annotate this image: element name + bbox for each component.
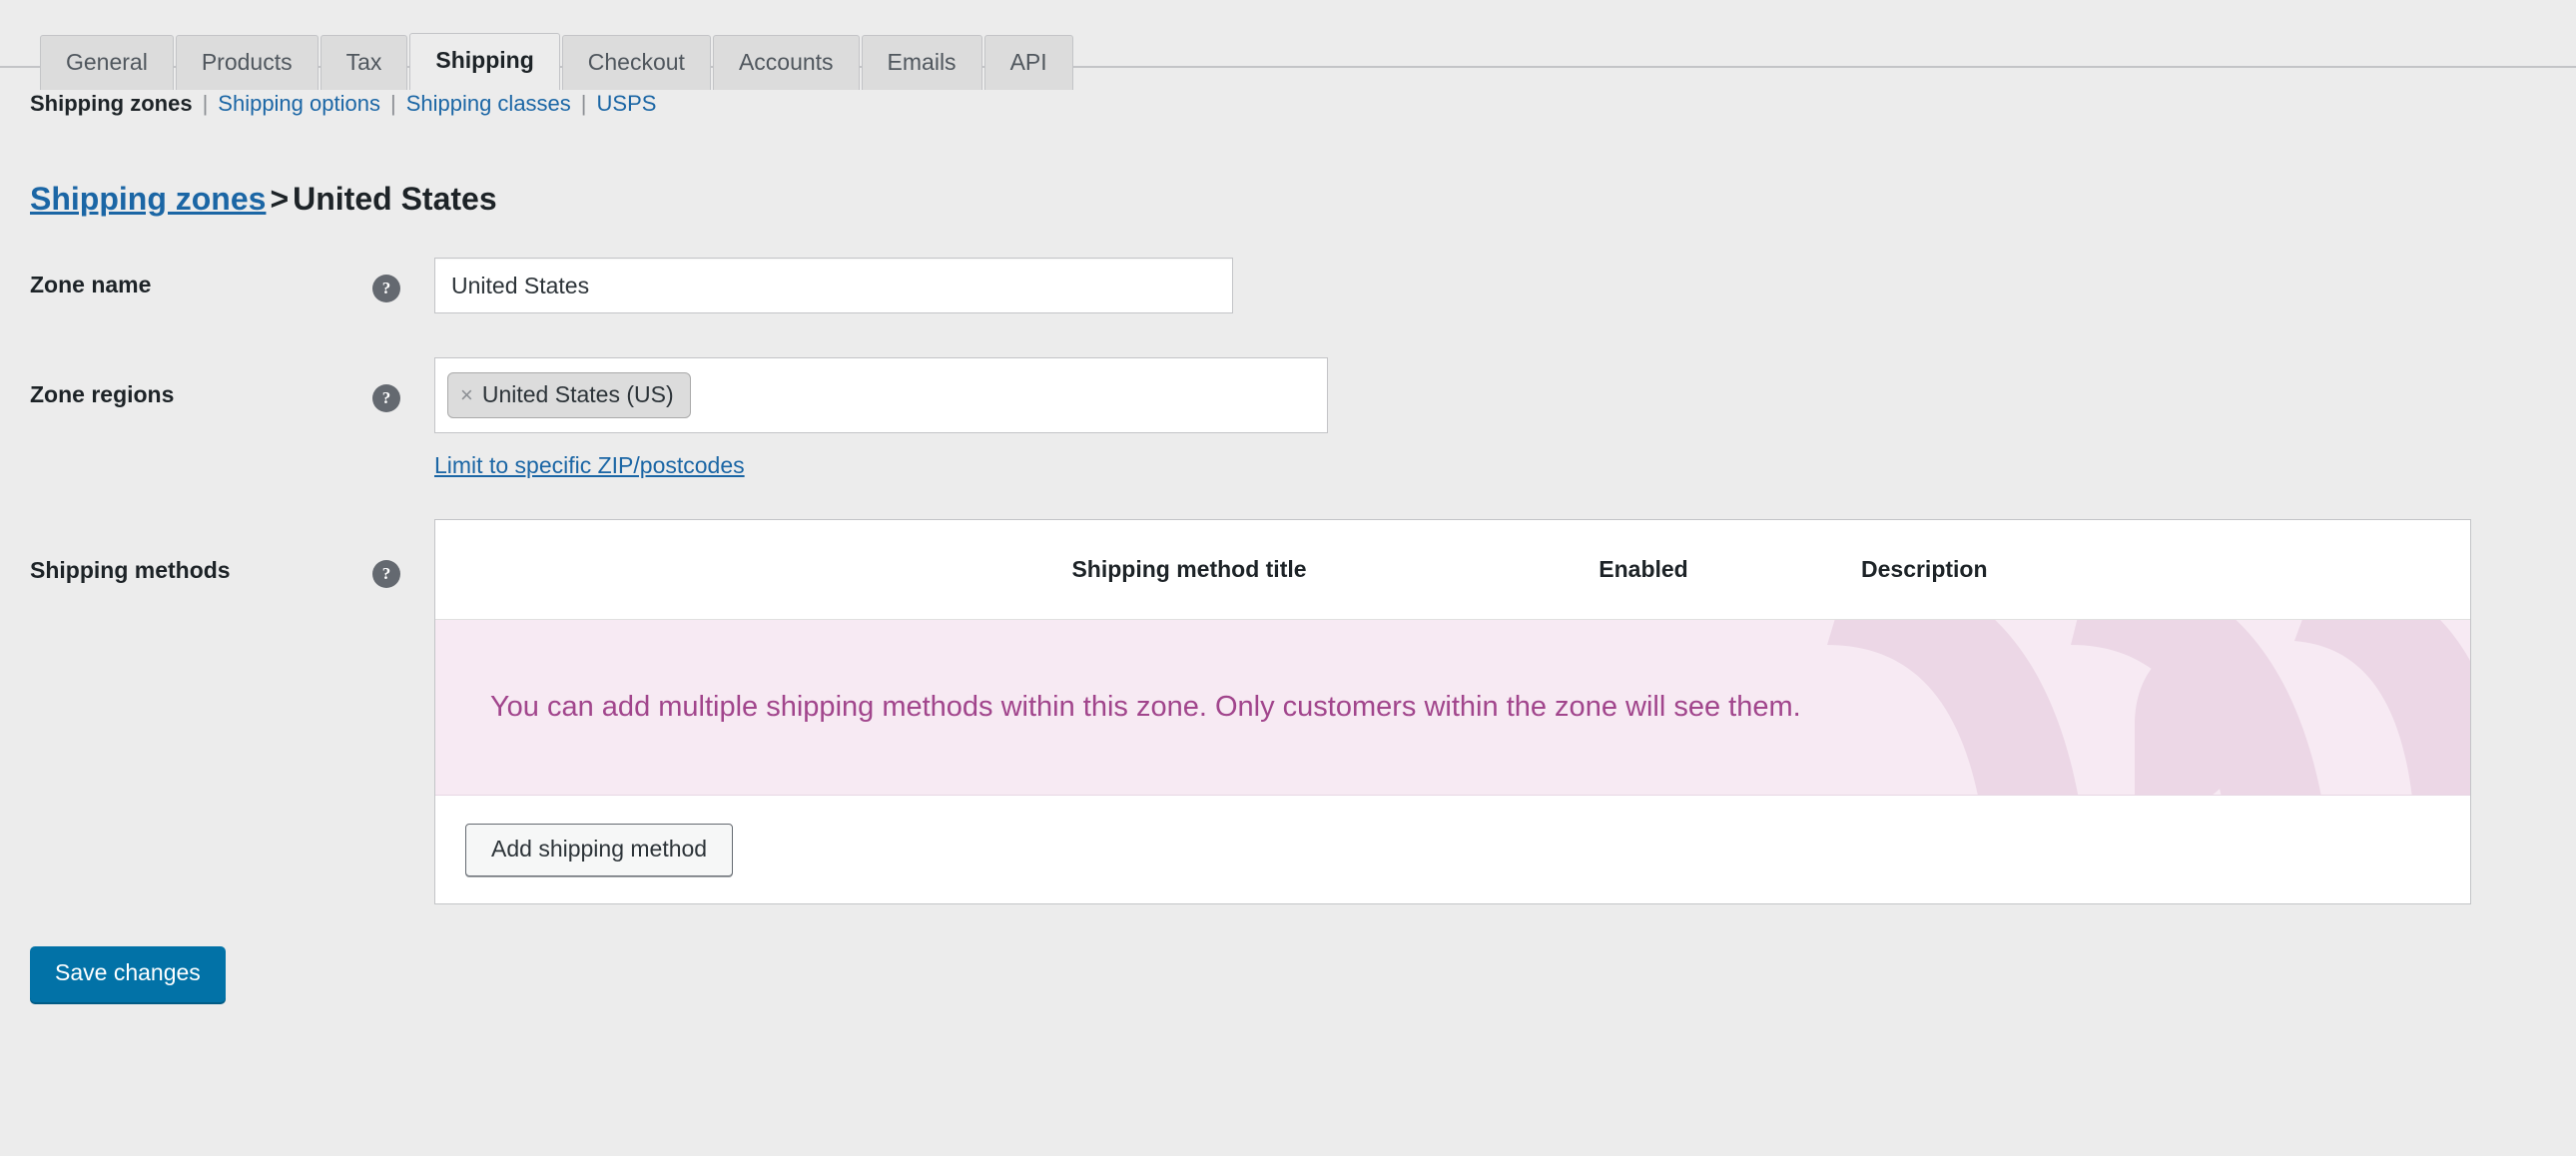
close-icon[interactable]: × xyxy=(460,383,473,406)
zone-name-label-cell: Zone name ? xyxy=(0,258,434,303)
empty-state-row: You can add multiple shipping methods wi… xyxy=(435,620,2470,797)
breadcrumb-current-zone: United States xyxy=(293,181,497,218)
breadcrumb-link-shipping-zones[interactable]: Shipping zones xyxy=(30,181,266,217)
subnav-separator: | xyxy=(202,91,209,116)
region-chip[interactable]: × United States (US) xyxy=(447,372,691,419)
help-icon[interactable]: ? xyxy=(372,560,400,589)
breadcrumb-separator: > xyxy=(270,181,290,218)
form-row-shipping-methods: Shipping methods ? Shipping method title… xyxy=(0,519,2576,905)
tab-emails[interactable]: Emails xyxy=(861,35,982,90)
subnav-item-shipping-classes[interactable]: Shipping classes xyxy=(406,90,571,119)
tab-checkout[interactable]: Checkout xyxy=(561,35,711,90)
help-icon[interactable]: ? xyxy=(372,275,400,303)
region-chip-label: United States (US) xyxy=(481,381,674,408)
form-row-zone-regions: Zone regions ? × United States (US) Limi… xyxy=(0,357,2576,479)
subnav-item-shipping-options[interactable]: Shipping options xyxy=(218,90,380,119)
form-row-zone-name: Zone name ? xyxy=(0,258,2576,314)
zone-regions-label: Zone regions xyxy=(30,381,175,408)
zone-name-input[interactable] xyxy=(434,258,1233,314)
form-actions: Save changes xyxy=(0,904,2576,1002)
table-header-row: Shipping method title Enabled Descriptio… xyxy=(435,520,2470,621)
zone-name-label: Zone name xyxy=(30,272,152,298)
column-header-title: Shipping method title xyxy=(1071,556,1307,583)
tab-api[interactable]: API xyxy=(983,35,1073,90)
tab-products[interactable]: Products xyxy=(175,35,319,90)
tab-general[interactable]: General xyxy=(40,35,174,90)
add-shipping-method-button[interactable]: Add shipping method xyxy=(465,823,734,877)
empty-state-message: You can add multiple shipping methods wi… xyxy=(490,691,1801,724)
zone-name-field-cell xyxy=(434,258,2576,314)
limit-to-postcodes-link[interactable]: Limit to specific ZIP/postcodes xyxy=(434,452,745,479)
subnav-item-shipping-zones: Shipping zones xyxy=(30,91,193,116)
zone-settings-form: Zone name ? Zone regions ? × United Stat… xyxy=(0,258,2576,905)
woocommerce-logo-watermark xyxy=(1827,620,2470,796)
zone-regions-select[interactable]: × United States (US) xyxy=(434,357,1328,434)
table-footer-row: Add shipping method xyxy=(435,796,2470,904)
subnav-separator: | xyxy=(580,91,587,116)
column-header-description: Description xyxy=(1861,556,1988,583)
help-icon[interactable]: ? xyxy=(372,384,400,413)
subnav-item-usps[interactable]: USPS xyxy=(597,90,657,119)
column-header-enabled: Enabled xyxy=(1599,556,1688,583)
tab-shipping[interactable]: Shipping xyxy=(409,33,560,90)
tab-tax[interactable]: Tax xyxy=(320,35,408,90)
subnav-separator: | xyxy=(389,91,396,116)
shipping-methods-label-cell: Shipping methods ? xyxy=(0,519,434,589)
shipping-methods-label: Shipping methods xyxy=(30,557,231,584)
zone-regions-field-cell: × United States (US) Limit to specific Z… xyxy=(434,357,2576,479)
settings-tab-bar: General Products Tax Shipping Checkout A… xyxy=(0,0,2576,90)
tab-list: General Products Tax Shipping Checkout A… xyxy=(40,33,2576,90)
tab-accounts[interactable]: Accounts xyxy=(712,35,860,90)
shipping-methods-field-cell: Shipping method title Enabled Descriptio… xyxy=(434,519,2576,905)
shipping-methods-table: Shipping method title Enabled Descriptio… xyxy=(434,519,2471,905)
zone-regions-label-cell: Zone regions ? xyxy=(0,357,434,413)
page-title: Shipping zones > United States xyxy=(0,140,2576,218)
save-changes-button[interactable]: Save changes xyxy=(30,946,226,1002)
